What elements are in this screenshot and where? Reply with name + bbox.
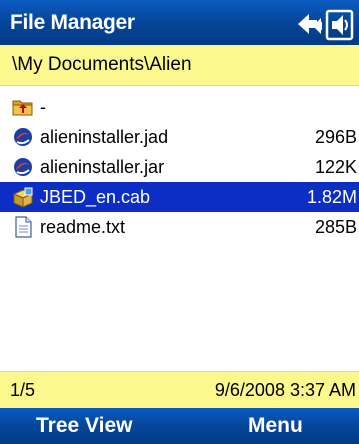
file-size: 285B [314, 216, 357, 237]
file-name: readme.txt [40, 216, 126, 237]
list-item-alieninstaller-jar[interactable]: alieninstaller.jar 122K [0, 152, 359, 182]
file-name: alieninstaller.jad [40, 126, 169, 147]
file-datetime: 9/6/2008 3:37 AM [214, 380, 356, 400]
softkey-bar: Tree View Menu [0, 408, 359, 444]
file-size: 296B [314, 126, 357, 147]
status-bar: 1/5 9/6/2008 3:37 AM [0, 371, 359, 408]
list-item-jbed-en-cab[interactable]: JBED_en.cab 1.82M [0, 182, 359, 212]
tree-view-softkey[interactable]: Tree View [36, 408, 133, 444]
current-path: \My Documents\Alien [12, 54, 192, 75]
text-file-icon [15, 216, 32, 238]
title-bar: File Manager [0, 0, 359, 45]
file-name: - [40, 96, 46, 117]
title-bar-icons[interactable] [295, 4, 355, 42]
speaker-icon[interactable] [325, 9, 354, 41]
file-name: JBED_en.cab [40, 186, 151, 207]
file-size: 122K [314, 156, 357, 177]
file-name: alieninstaller.jar [40, 156, 165, 177]
connectivity-icon[interactable] [298, 14, 322, 34]
java-app-icon [14, 158, 32, 176]
list-item-alieninstaller-jad[interactable]: alieninstaller.jad 296B [0, 122, 359, 152]
folder-up-icon [12, 100, 33, 116]
cab-package-icon [12, 187, 34, 208]
list-item-parent-folder[interactable]: - [0, 92, 359, 122]
item-position: 1/5 [10, 380, 36, 400]
file-size: 1.82M [306, 186, 357, 207]
file-list[interactable]: - alieninstaller.jad 296B alieninstaller… [0, 92, 359, 242]
java-app-icon [14, 128, 32, 146]
app-title: File Manager [10, 10, 135, 34]
list-item-readme-txt[interactable]: readme.txt 285B [0, 212, 359, 242]
path-bar: \My Documents\Alien [0, 45, 359, 86]
menu-softkey[interactable]: Menu [248, 408, 303, 444]
